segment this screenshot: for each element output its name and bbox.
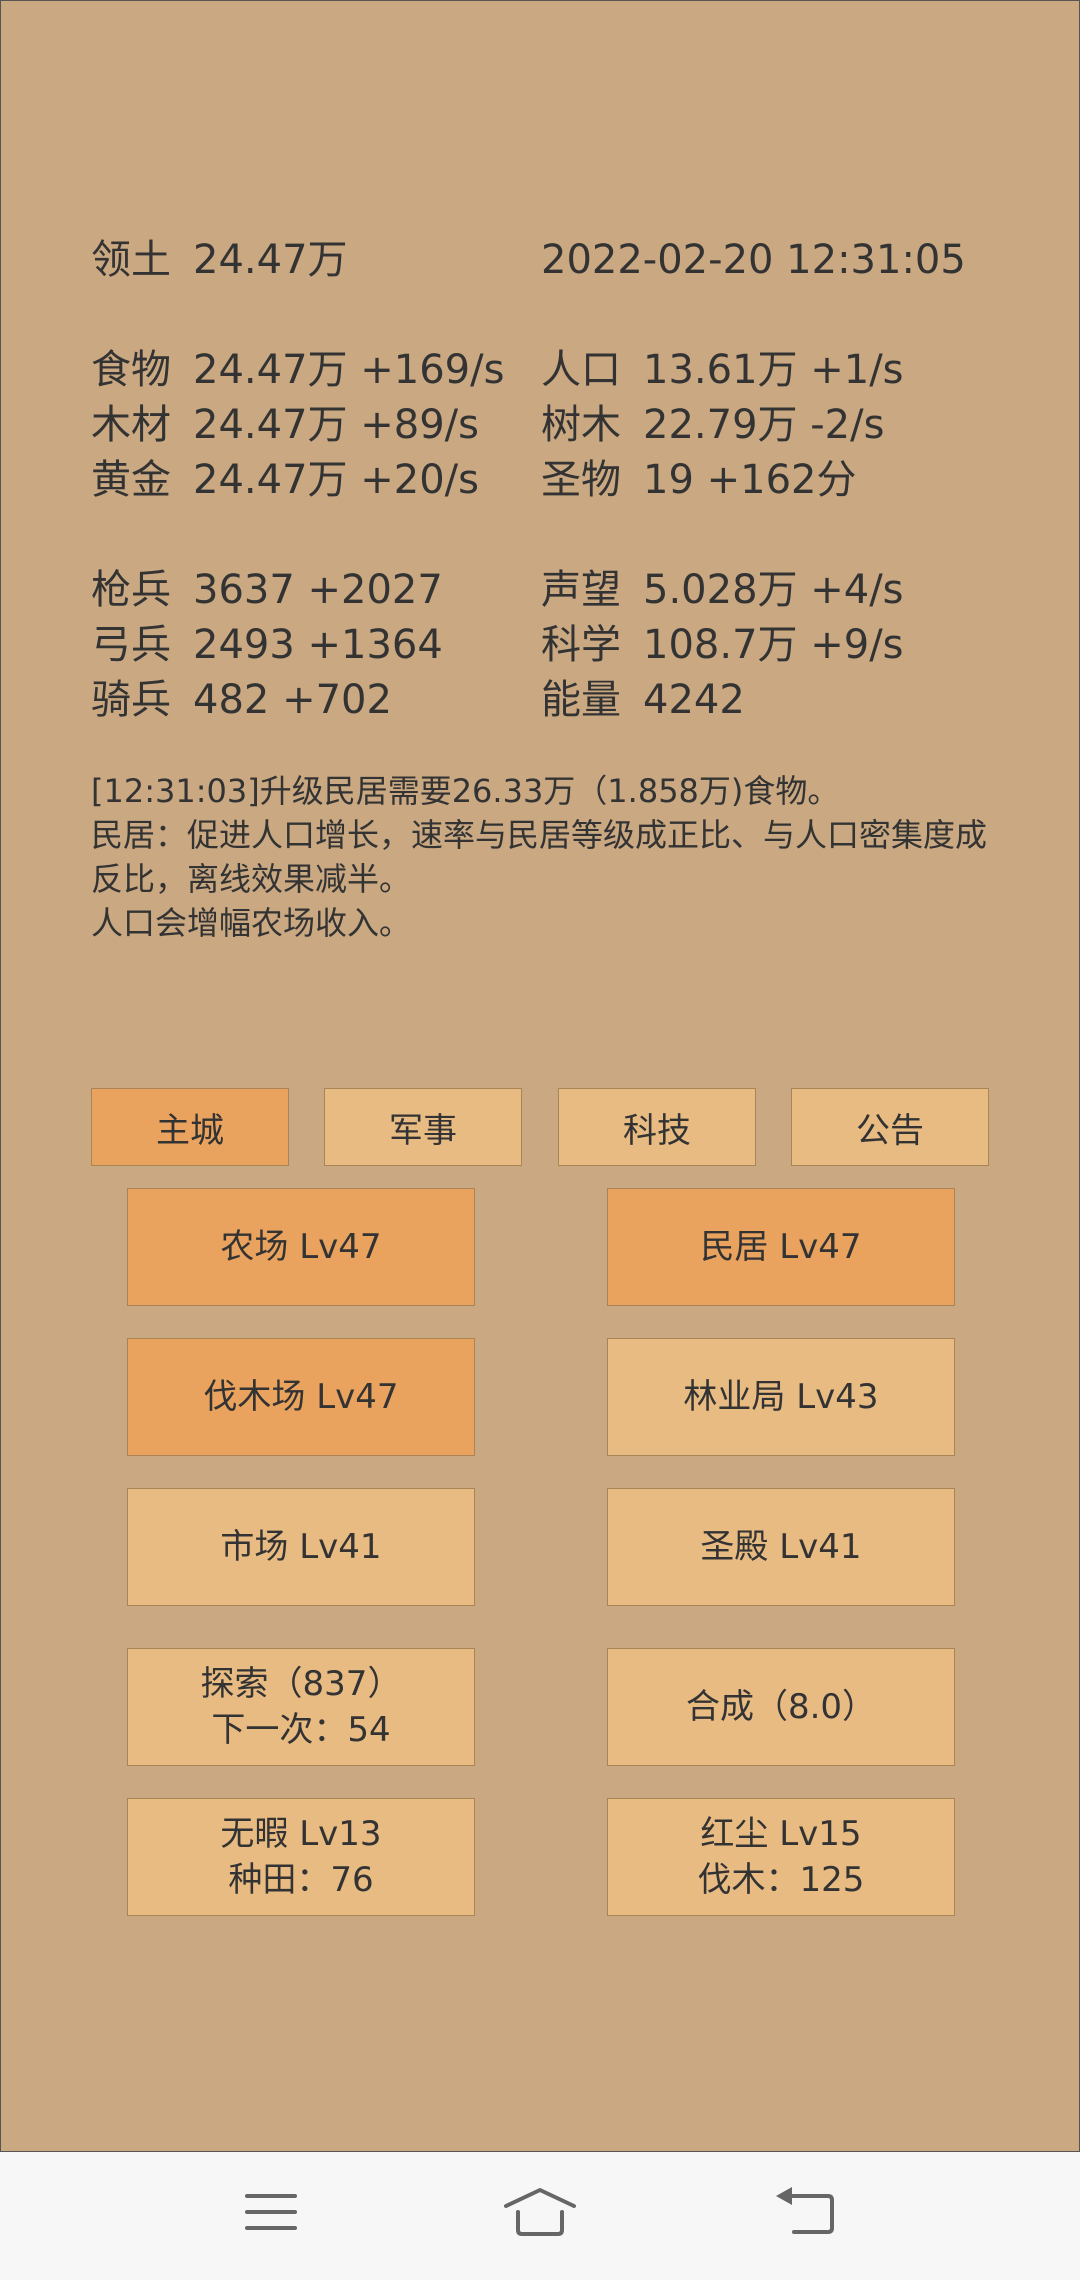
message-line: 民居：促进人口增长，速率与民居等级成正比、与人口密集度成 <box>91 816 988 854</box>
stat-value: 22.79万 -2/s <box>643 402 885 448</box>
stat-label: 声望 <box>541 567 621 613</box>
stat-label: 木材 <box>91 402 171 448</box>
button-label: 探索（837） <box>200 1664 402 1704</box>
tab-main-city[interactable]: 主城 <box>91 1088 289 1166</box>
stat-label: 能量 <box>541 677 621 723</box>
stat-value: 2493 +1364 <box>193 622 443 668</box>
stat-energy: 能量 4242 <box>541 673 745 727</box>
stat-label: 科学 <box>541 622 621 668</box>
stat-prestige: 声望 5.028万 +4/s <box>541 563 904 617</box>
message-log: [12:31:03]升级民居需要26.33万（1.858万)食物。 民居：促进人… <box>91 769 991 945</box>
stat-cavalry: 骑兵 482 +702 <box>91 673 392 727</box>
button-label: 林业局 Lv43 <box>683 1377 879 1417</box>
stat-value: 24.47万 +89/s <box>193 402 479 448</box>
stat-value: 108.7万 +9/s <box>643 622 904 668</box>
stat-value: 482 +702 <box>193 677 392 723</box>
stat-relics: 圣物 19 +162分 <box>541 453 856 507</box>
menu-icon[interactable] <box>233 2182 309 2242</box>
button-label: 无暇 Lv13 <box>220 1814 382 1854</box>
stat-label: 食物 <box>91 347 171 393</box>
stat-value: 4242 <box>643 677 745 723</box>
temple-button[interactable]: 圣殿 Lv41 <box>607 1488 955 1606</box>
tab-announcements[interactable]: 公告 <box>791 1088 989 1166</box>
button-sublabel: 下一次：54 <box>211 1710 391 1750</box>
stat-spearmen: 枪兵 3637 +2027 <box>91 563 443 617</box>
stat-value: 24.47万 +20/s <box>193 457 479 503</box>
territory-value: 24.47万 <box>193 237 348 283</box>
territory-label: 领土 <box>91 237 171 283</box>
message-line: [12:31:03]升级民居需要26.33万（1.858万)食物。 <box>91 772 840 810</box>
stat-wood: 木材 24.47万 +89/s <box>91 398 479 452</box>
stat-label: 骑兵 <box>91 677 171 723</box>
hongchen-hero-button[interactable]: 红尘 Lv15 伐木：125 <box>607 1798 955 1916</box>
game-datetime: 2022-02-20 12:31:05 <box>541 237 966 283</box>
wuxia-hero-button[interactable]: 无暇 Lv13 种田：76 <box>127 1798 475 1916</box>
synthesize-button[interactable]: 合成（8.0） <box>607 1648 955 1766</box>
stat-label: 圣物 <box>541 457 621 503</box>
game-screen: 领土 24.47万 2022-02-20 12:31:05 食物 24.47万 +1… <box>0 0 1080 2152</box>
stat-food: 食物 24.47万 +169/s <box>91 343 504 397</box>
system-navigation-bar <box>0 2152 1080 2280</box>
button-label: 民居 Lv47 <box>700 1227 862 1267</box>
tab-technology[interactable]: 科技 <box>558 1088 756 1166</box>
button-label: 伐木场 Lv47 <box>203 1377 399 1417</box>
farm-button[interactable]: 农场 Lv47 <box>127 1188 475 1306</box>
button-label: 市场 Lv41 <box>220 1527 382 1567</box>
lumber-mill-button[interactable]: 伐木场 Lv47 <box>127 1338 475 1456</box>
stat-label: 树木 <box>541 402 621 448</box>
stat-population: 人口 13.61万 +1/s <box>541 343 904 397</box>
back-icon[interactable] <box>770 2182 846 2242</box>
stat-value: 5.028万 +4/s <box>643 567 904 613</box>
stat-gold: 黄金 24.47万 +20/s <box>91 453 479 507</box>
stat-label: 黄金 <box>91 457 171 503</box>
tab-military[interactable]: 军事 <box>324 1088 522 1166</box>
stat-science: 科学 108.7万 +9/s <box>541 618 904 672</box>
stat-trees: 树木 22.79万 -2/s <box>541 398 884 452</box>
message-line: 人口会增幅农场收入。 <box>91 904 412 942</box>
stat-label: 人口 <box>541 347 621 393</box>
stat-archers: 弓兵 2493 +1364 <box>91 618 443 672</box>
button-label: 圣殿 Lv41 <box>700 1527 862 1567</box>
territory-stat: 领土 24.47万 <box>91 233 348 287</box>
stat-label: 弓兵 <box>91 622 171 668</box>
button-sublabel: 种田：76 <box>228 1860 374 1900</box>
market-button[interactable]: 市场 Lv41 <box>127 1488 475 1606</box>
stat-value: 24.47万 +169/s <box>193 347 505 393</box>
explore-button[interactable]: 探索（837） 下一次：54 <box>127 1648 475 1766</box>
button-label: 红尘 Lv15 <box>700 1814 862 1854</box>
button-label: 合成（8.0） <box>685 1687 877 1727</box>
stat-label: 枪兵 <box>91 567 171 613</box>
button-sublabel: 伐木：125 <box>697 1860 865 1900</box>
stat-value: 3637 +2027 <box>193 567 443 613</box>
stat-value: 13.61万 +1/s <box>643 347 904 393</box>
stat-value: 19 +162分 <box>643 457 857 503</box>
message-line: 反比，离线效果减半。 <box>91 860 412 898</box>
button-label: 农场 Lv47 <box>220 1227 382 1267</box>
forestry-bureau-button[interactable]: 林业局 Lv43 <box>607 1338 955 1456</box>
home-icon[interactable] <box>502 2182 578 2242</box>
housing-button[interactable]: 民居 Lv47 <box>607 1188 955 1306</box>
